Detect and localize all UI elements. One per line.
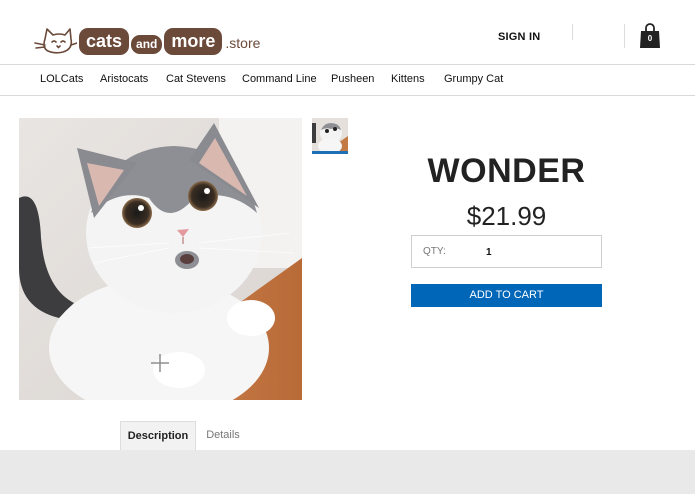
sign-in-link[interactable]: SIGN IN (498, 31, 540, 43)
site-header: cats and more .store SIGN IN 0 (0, 0, 695, 64)
tab-details[interactable]: Details (200, 421, 246, 450)
tab-content-area (0, 450, 695, 494)
logo-word-cats: cats (79, 27, 130, 55)
header-divider (624, 24, 625, 48)
logo-suffix: .store (225, 35, 261, 51)
quantity-field[interactable]: QTY: (411, 235, 602, 268)
nav-item-pusheen[interactable]: Pusheen (331, 73, 374, 85)
nav-item-cat-stevens[interactable]: Cat Stevens (166, 73, 226, 85)
add-to-cart-button[interactable]: ADD TO CART (411, 284, 602, 307)
tab-description[interactable]: Description (120, 421, 196, 450)
header-divider (572, 24, 573, 40)
nav-item-kittens[interactable]: Kittens (391, 73, 425, 85)
logo-word-and: and (131, 34, 163, 54)
product-title: WONDER (427, 152, 586, 190)
product-price: $21.99 (466, 201, 547, 231)
nav-item-command-line[interactable]: Command Line (242, 73, 317, 85)
nav-item-lolcats[interactable]: LOLCats (40, 73, 83, 85)
quantity-label: QTY: (423, 246, 446, 257)
cart-count-badge: 0 (647, 34, 653, 43)
nav-item-aristocats[interactable]: Aristocats (100, 73, 148, 85)
product-thumbnail[interactable] (312, 118, 348, 154)
store-logo[interactable]: cats and more .store (33, 24, 260, 58)
product-main-image[interactable] (19, 118, 302, 400)
category-nav: LOLCats Aristocats Cat Stevens Command L… (0, 64, 695, 96)
logo-word-more: more (164, 27, 223, 55)
quantity-input[interactable] (486, 245, 566, 259)
cat-logo-icon (34, 28, 77, 54)
cart-button[interactable]: 0 (639, 23, 661, 49)
nav-item-grumpy-cat[interactable]: Grumpy Cat (444, 73, 503, 85)
